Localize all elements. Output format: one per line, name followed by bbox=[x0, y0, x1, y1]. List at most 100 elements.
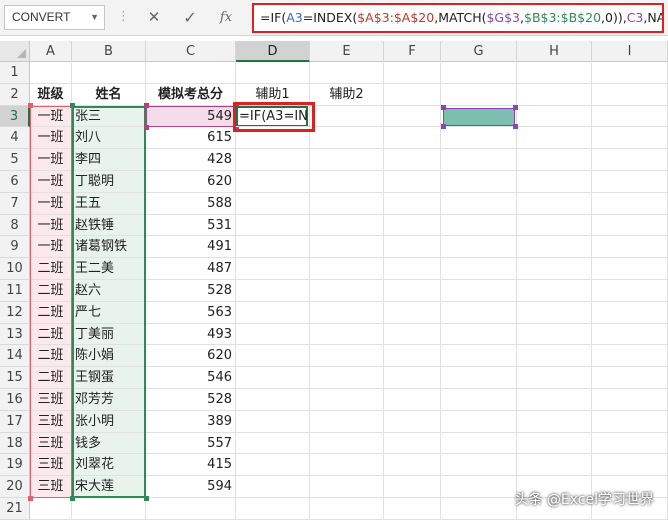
cell[interactable] bbox=[441, 236, 517, 259]
cell[interactable] bbox=[592, 367, 668, 389]
cell-class[interactable]: 二班 bbox=[30, 301, 72, 324]
range-handle[interactable] bbox=[27, 103, 33, 109]
row-header-21[interactable]: 21 bbox=[0, 498, 30, 520]
cell-class[interactable]: 二班 bbox=[30, 323, 72, 346]
row-header-1[interactable]: 1 bbox=[0, 62, 30, 84]
cell[interactable] bbox=[517, 389, 592, 411]
cell[interactable] bbox=[310, 62, 384, 84]
cell[interactable] bbox=[517, 410, 592, 433]
range-handle[interactable] bbox=[69, 103, 75, 109]
cell[interactable] bbox=[441, 454, 517, 477]
header-d[interactable]: 辅助1 bbox=[236, 83, 310, 106]
drag-handle-icon[interactable]: ⋮ bbox=[117, 9, 130, 25]
cell[interactable] bbox=[384, 367, 441, 389]
row-header-12[interactable]: 12 bbox=[0, 301, 30, 324]
cell[interactable] bbox=[592, 236, 668, 259]
cell[interactable] bbox=[310, 127, 384, 150]
cell[interactable] bbox=[592, 105, 668, 128]
cell[interactable] bbox=[441, 214, 517, 237]
cell[interactable] bbox=[146, 62, 236, 84]
cell-name[interactable]: 丁美丽 bbox=[72, 323, 146, 346]
cell-name[interactable]: 诸葛钢铁 bbox=[72, 236, 146, 259]
cell[interactable] bbox=[384, 171, 441, 193]
column-header-d[interactable]: D bbox=[236, 41, 310, 62]
cell[interactable] bbox=[310, 258, 384, 280]
cell[interactable] bbox=[441, 192, 517, 215]
cancel-button[interactable]: ✕ bbox=[140, 5, 168, 30]
cell[interactable] bbox=[592, 149, 668, 171]
cell[interactable] bbox=[384, 127, 441, 150]
cell[interactable] bbox=[384, 62, 441, 84]
column-header-e[interactable]: E bbox=[310, 41, 384, 62]
cell[interactable] bbox=[310, 171, 384, 193]
cell[interactable] bbox=[592, 301, 668, 324]
cell-name[interactable]: 王钢蛋 bbox=[72, 367, 146, 389]
cell[interactable] bbox=[592, 171, 668, 193]
cell-class[interactable]: 三班 bbox=[30, 389, 72, 411]
cell[interactable] bbox=[384, 476, 441, 498]
range-handle[interactable] bbox=[27, 495, 33, 501]
cell-class[interactable]: 三班 bbox=[30, 476, 72, 498]
row-header-13[interactable]: 13 bbox=[0, 323, 30, 346]
cell-score[interactable]: 620 bbox=[146, 171, 236, 193]
cell-class[interactable]: 一班 bbox=[30, 192, 72, 215]
range-handle[interactable] bbox=[143, 124, 149, 130]
cell-score[interactable]: 546 bbox=[146, 367, 236, 389]
cell[interactable] bbox=[517, 367, 592, 389]
cell[interactable] bbox=[384, 432, 441, 455]
header-e[interactable]: 辅助2 bbox=[310, 83, 384, 106]
cell[interactable] bbox=[592, 389, 668, 411]
cell-name[interactable]: 邓芳芳 bbox=[72, 389, 146, 411]
cell-score[interactable]: 563 bbox=[146, 301, 236, 324]
cell-class[interactable]: 一班 bbox=[30, 105, 72, 128]
cell[interactable] bbox=[384, 83, 441, 106]
cell-score[interactable]: 588 bbox=[146, 192, 236, 215]
cell[interactable] bbox=[384, 345, 441, 368]
header-b[interactable]: 姓名 bbox=[72, 83, 146, 106]
cell[interactable] bbox=[30, 498, 72, 520]
cell-score[interactable]: 428 bbox=[146, 149, 236, 171]
cell-name[interactable]: 宋大莲 bbox=[72, 476, 146, 498]
range-handle[interactable] bbox=[440, 123, 446, 129]
cell-score[interactable]: 487 bbox=[146, 258, 236, 280]
cell[interactable] bbox=[72, 498, 146, 520]
cell[interactable] bbox=[236, 301, 310, 324]
chevron-down-icon[interactable]: ▼ bbox=[90, 6, 99, 29]
cell[interactable] bbox=[441, 83, 517, 106]
row-header-17[interactable]: 17 bbox=[0, 410, 30, 433]
cell[interactable] bbox=[310, 410, 384, 433]
editing-cell-d3[interactable]: =IF(A3=IN bbox=[236, 105, 310, 128]
row-header-8[interactable]: 8 bbox=[0, 214, 30, 237]
cell[interactable] bbox=[236, 498, 310, 520]
cell[interactable] bbox=[310, 236, 384, 259]
cell-name[interactable]: 赵六 bbox=[72, 280, 146, 302]
cell-name[interactable]: 丁聪明 bbox=[72, 171, 146, 193]
row-header-14[interactable]: 14 bbox=[0, 345, 30, 368]
cell[interactable] bbox=[441, 389, 517, 411]
row-header-3[interactable]: 3 bbox=[0, 105, 30, 128]
cell[interactable] bbox=[236, 236, 310, 259]
cell[interactable] bbox=[441, 127, 517, 150]
column-header-c[interactable]: C bbox=[146, 41, 236, 62]
cell-name[interactable]: 李四 bbox=[72, 149, 146, 171]
cell[interactable] bbox=[236, 171, 310, 193]
cell-class[interactable]: 一班 bbox=[30, 171, 72, 193]
cell[interactable] bbox=[236, 280, 310, 302]
insert-function-button[interactable]: fx bbox=[212, 5, 240, 30]
cell-name[interactable]: 陈小娟 bbox=[72, 345, 146, 368]
cell-class[interactable]: 二班 bbox=[30, 367, 72, 389]
cell[interactable] bbox=[384, 214, 441, 237]
row-header-16[interactable]: 16 bbox=[0, 389, 30, 411]
row-header-7[interactable]: 7 bbox=[0, 192, 30, 215]
cell[interactable] bbox=[146, 498, 236, 520]
name-box[interactable]: CONVERT ▼ bbox=[4, 5, 105, 30]
cell-score[interactable]: 531 bbox=[146, 214, 236, 237]
cell[interactable] bbox=[517, 258, 592, 280]
cell[interactable] bbox=[384, 192, 441, 215]
cell-name[interactable]: 刘八 bbox=[72, 127, 146, 150]
cell[interactable] bbox=[517, 323, 592, 346]
cell[interactable] bbox=[384, 323, 441, 346]
cell[interactable] bbox=[592, 214, 668, 237]
row-header-11[interactable]: 11 bbox=[0, 280, 30, 302]
cell[interactable] bbox=[236, 192, 310, 215]
